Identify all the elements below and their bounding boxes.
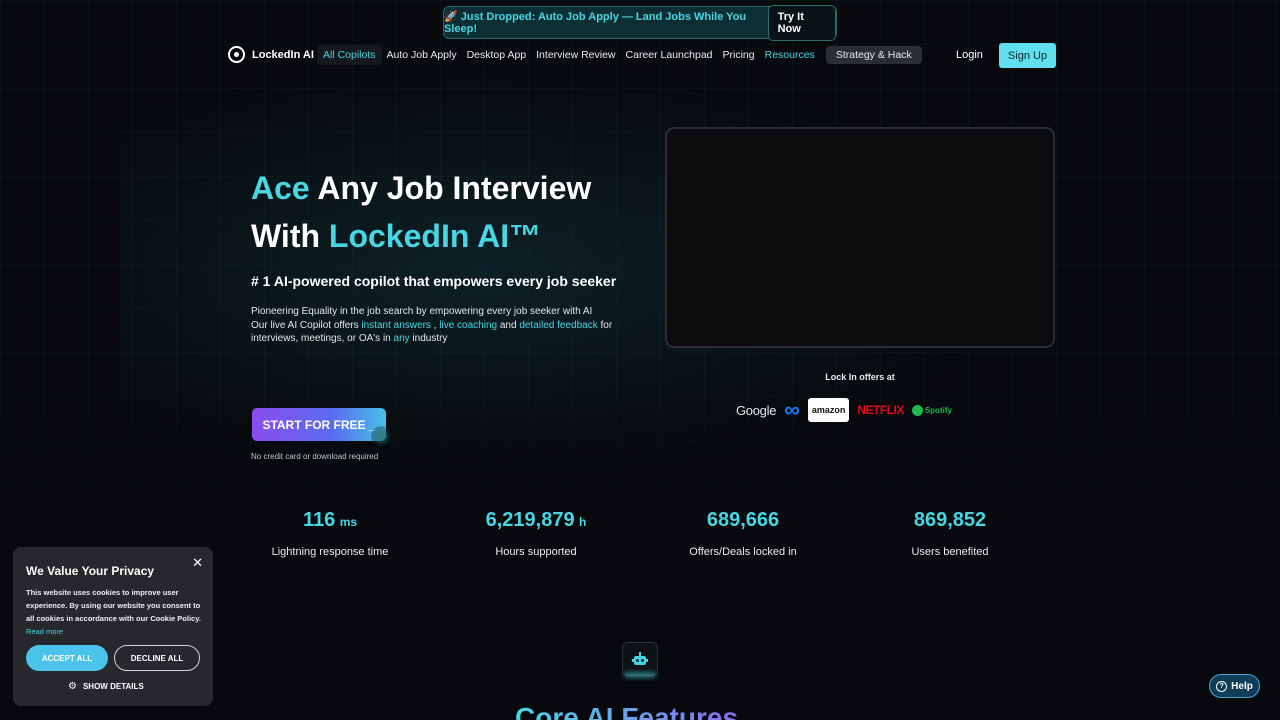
login-link[interactable]: Login [956,49,983,61]
accept-all-button[interactable]: ACCEPT ALL [26,645,108,671]
cookie-body: This website uses cookies to improve use… [26,586,206,638]
question-icon: ? [1216,680,1228,692]
hero-tagline: # 1 AI-powered copilot that empowers eve… [251,273,616,289]
gear-icon: ⚙ [68,681,77,692]
hero-title: Ace Any Job Interview With LockedIn AI™ [251,164,591,260]
desc-text: interviews, meetings, or OA's in [251,333,394,344]
brand-name: LockedIn AI [252,48,314,61]
help-button[interactable]: ? Help [1209,674,1260,698]
stat-value: 116 [302,509,336,531]
hero-title-with: With [251,218,329,254]
desc-line-3: interviews, meetings, or OA's in any ind… [251,332,631,346]
demo-video-frame[interactable] [665,127,1055,348]
robot-badge [622,642,658,676]
desc-text: for [597,319,613,331]
top-nav: LockedIn AI All Copilots Auto Job Apply … [228,42,1058,68]
stat-hours-supported: 6,219,879 h Hours supported [436,509,636,558]
desc-highlight-instant-answers: instant answers [361,319,431,331]
stat-unit: ms [339,515,358,529]
announcement-banner: 🚀 Just Dropped: Auto Job Apply — Land Jo… [443,4,837,41]
robot-icon [632,652,648,665]
stat-users-benefited: 869,852 Users benefited [850,509,1050,558]
desc-highlight-any: any [393,333,410,344]
company-logos: Google ∞ amazon NETFLIX Spotify [736,396,986,424]
spotify-wordmark: Spotify [924,405,952,415]
cta-note: No credit card or download required [251,452,379,461]
amazon-logo: amazon [807,398,850,422]
stat-response-time: 116 ms Lightning response time [230,509,430,558]
stat-label: Hours supported [495,546,577,558]
stat-label: Lightning response time [271,546,389,558]
nav-links: All Copilots Auto Job Apply Desktop App … [317,42,922,68]
help-label: Help [1231,680,1253,692]
show-details-button[interactable]: ⚙ SHOW DETAILS [68,681,144,692]
stat-unit: h [579,515,587,529]
close-icon[interactable]: ✕ [192,555,203,571]
announcement-text: 🚀 Just Dropped: Auto Job Apply — Land Jo… [444,11,747,35]
nav-strategy-hack[interactable]: Strategy & Hack [825,46,922,64]
netflix-logo: NETFLIX [857,403,904,417]
stat-value: 6,219,879 [485,509,575,531]
start-for-free-button[interactable]: START FOR FREE _ [252,408,386,441]
hero-title-accent: Ace [251,170,310,206]
hero-title-rest: Any Job Interview [309,170,592,206]
desc-highlight-detailed-feedback: detailed feedback [519,319,598,331]
brand-logo[interactable]: LockedIn AI [228,46,314,63]
cta-glow [371,426,391,446]
tagline-end: every job seeker [502,273,617,289]
robot-glow [624,672,656,678]
hero-description: Pioneering Equality in the job search by… [251,305,631,346]
nav-pricing[interactable]: Pricing [718,49,760,61]
spotify-logo: Spotify [911,404,952,416]
cookie-text: This website uses cookies to improve use… [26,588,201,623]
desc-highlight-live-coaching: live coaching [439,319,498,331]
stat-offers-locked: 689,666 Offers/Deals locked in [643,509,843,558]
nav-interview-review[interactable]: Interview Review [531,49,620,61]
stat-label: Offers/Deals locked in [689,546,797,558]
meta-logo: ∞ [784,397,800,422]
show-details-label: SHOW DETAILS [82,682,144,691]
nav-all-copilots[interactable]: All Copilots [317,45,382,65]
section-title: Core AI Features [515,702,738,720]
signup-button[interactable]: Sign Up [999,43,1056,68]
read-more-link[interactable]: Read more [26,627,63,636]
stat-value: 689,666 [706,509,780,531]
desc-text: , [430,319,440,331]
desc-text: Our live AI Copilot offers [251,319,362,331]
tagline-start: # 1 AI-powered copilot that [251,273,434,289]
stat-value: 869,852 [913,509,987,531]
try-it-now-button[interactable]: Try It Now [767,4,836,41]
cookie-consent-panel: ✕ We Value Your Privacy This website use… [13,547,213,706]
desc-text: and [497,319,520,331]
google-logo: Google [736,402,777,418]
logo-icon [228,46,245,63]
stat-label: Users benefited [911,546,989,558]
tagline-bold: empowers [433,273,503,289]
hero-title-brand: LockedIn AI™ [328,218,542,254]
nav-auto-job-apply[interactable]: Auto Job Apply [382,49,462,61]
desc-text: industry [409,333,448,344]
cookie-title: We Value Your Privacy [26,564,155,578]
desc-line-1: Pioneering Equality in the job search by… [251,306,593,317]
nav-career-launchpad[interactable]: Career Launchpad [621,49,718,61]
nav-desktop-app[interactable]: Desktop App [462,49,532,61]
offers-title: Lock In offers at [825,372,895,382]
desc-line-2: Our live AI Copilot offers instant answe… [251,319,631,333]
decline-all-button[interactable]: DECLINE ALL [114,645,200,671]
spotify-icon [911,404,923,416]
nav-resources[interactable]: Resources [760,49,820,61]
